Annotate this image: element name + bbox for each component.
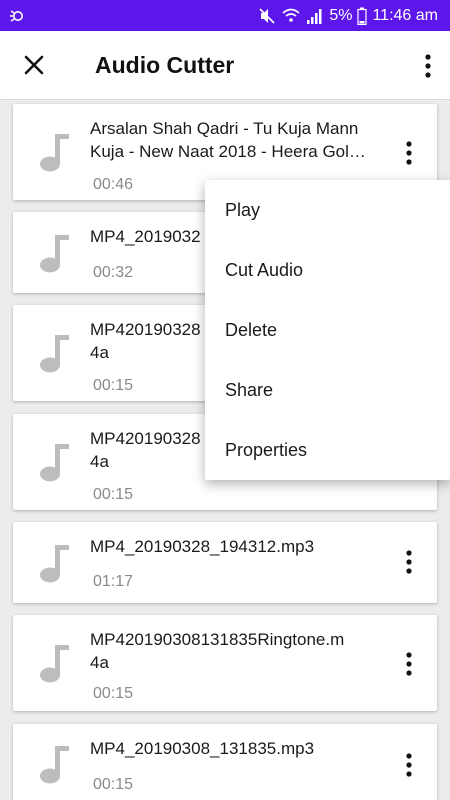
menu-item-properties[interactable]: Properties — [205, 420, 450, 480]
music-note-icon — [40, 134, 69, 172]
file-duration: 00:15 — [93, 685, 134, 702]
wifi-icon — [282, 8, 300, 22]
menu-item-cut-audio[interactable]: Cut Audio — [205, 240, 450, 300]
battery-percent: 5% — [329, 7, 353, 24]
file-name: MP4_20190328_194312.mp3 — [90, 537, 315, 556]
file-duration: 00:15 — [93, 486, 134, 503]
file-duration: 00:46 — [93, 176, 134, 193]
battery-icon — [357, 7, 368, 25]
app-bar: Audio Cutter — [0, 31, 450, 100]
music-note-icon — [40, 444, 69, 482]
more-vert-icon[interactable] — [403, 752, 415, 778]
menu-item-delete[interactable]: Delete — [205, 300, 450, 360]
file-duration: 00:32 — [93, 264, 134, 281]
more-vert-icon[interactable] — [403, 140, 415, 166]
status-bar: 5% 11:46 am — [0, 0, 450, 31]
file-name: MP420190308131835Ringtone.m 4a — [90, 630, 345, 672]
list-item[interactable]: MP420190308131835Ringtone.m 4a 00:15 — [13, 615, 437, 711]
music-note-icon — [40, 645, 69, 683]
more-vert-icon[interactable] — [422, 53, 434, 79]
assistant-icon — [10, 10, 23, 22]
file-duration: 01:17 — [93, 573, 134, 590]
mute-icon — [259, 8, 275, 24]
close-icon[interactable] — [22, 53, 46, 77]
list-item[interactable]: MP4_20190308_131835.mp3 00:15 — [13, 724, 437, 800]
clock: 11:46 am — [372, 7, 438, 24]
music-note-icon — [40, 335, 69, 373]
list-item[interactable]: MP4_20190328_194312.mp3 01:17 — [13, 522, 437, 603]
context-menu: Play Cut Audio Delete Share Properties — [205, 180, 450, 480]
music-note-icon — [40, 545, 69, 583]
page-title: Audio Cutter — [95, 52, 235, 78]
file-duration: 00:15 — [93, 776, 134, 793]
menu-item-share[interactable]: Share — [205, 360, 450, 420]
file-duration: 00:15 — [93, 377, 134, 394]
menu-item-play[interactable]: Play — [205, 180, 450, 240]
signal-icon — [307, 9, 322, 24]
music-note-icon — [40, 746, 69, 784]
music-note-icon — [40, 235, 69, 273]
file-name: Arsalan Shah Qadri - Tu Kuja Mann Kuja -… — [90, 119, 366, 161]
more-vert-icon[interactable] — [403, 651, 415, 677]
file-name: MP4_20190308_131835.mp3 — [90, 739, 315, 758]
more-vert-icon[interactable] — [403, 549, 415, 575]
